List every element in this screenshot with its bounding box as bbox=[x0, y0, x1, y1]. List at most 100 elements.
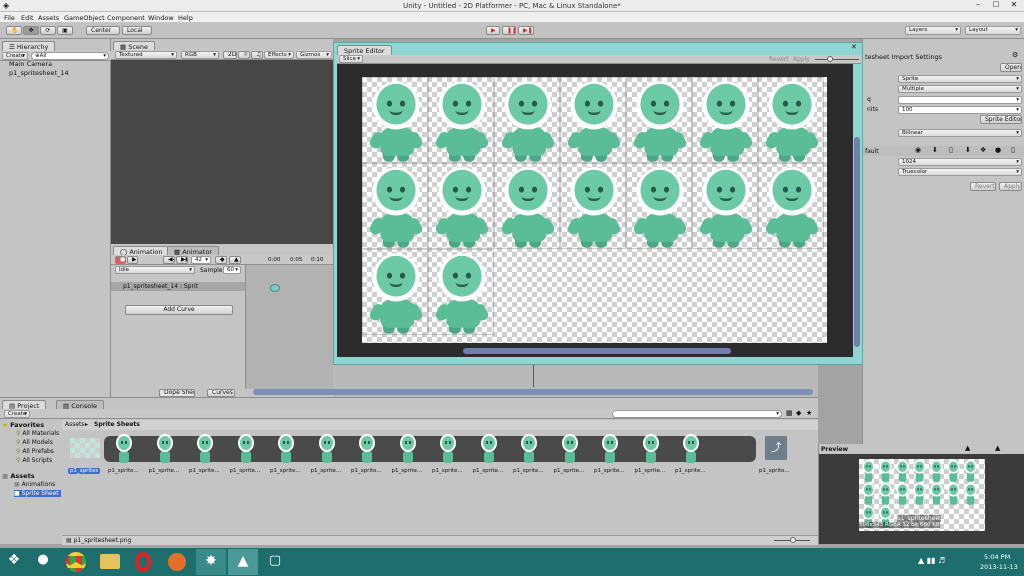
sprite-editor-revert[interactable]: Revert bbox=[769, 56, 789, 63]
hierarchy-item[interactable]: p1_spritesheet_14 bbox=[9, 69, 69, 77]
tree-item[interactable]: ⚲ All Prefabs bbox=[16, 448, 54, 455]
sprite-frame[interactable] bbox=[366, 251, 426, 335]
keyframe-marker[interactable] bbox=[270, 284, 280, 292]
format-dropdown[interactable]: Truecolor bbox=[898, 168, 1022, 176]
sprite-mode-dropdown[interactable]: Multiple bbox=[898, 85, 1022, 93]
max-size-dropdown[interactable]: 1024 bbox=[898, 158, 1022, 166]
sprite-frame[interactable] bbox=[498, 79, 558, 163]
clock-time[interactable]: 5:04 PM bbox=[984, 553, 1010, 561]
sample-field[interactable]: 60 bbox=[223, 266, 241, 274]
unity-taskbar-icon[interactable]: ✸ bbox=[196, 549, 226, 575]
file-explorer-icon[interactable] bbox=[100, 554, 120, 569]
packing-tag-field[interactable] bbox=[898, 96, 1022, 104]
sprite-asset-icon[interactable] bbox=[479, 434, 499, 464]
sprite-frame[interactable] bbox=[432, 165, 492, 249]
sprite-frame[interactable] bbox=[696, 79, 756, 163]
animation-clip-icon[interactable]: ⤴ bbox=[765, 436, 787, 460]
settings-gear-icon[interactable]: ⚙ bbox=[1012, 51, 1018, 59]
favorite-star-icon[interactable]: ★ bbox=[806, 409, 812, 417]
sprite-editor-apply[interactable]: Apply bbox=[793, 56, 810, 63]
minimize-icon[interactable]: – bbox=[970, 0, 986, 11]
menu-help[interactable]: Help bbox=[178, 14, 193, 22]
sprite-asset-icon[interactable] bbox=[357, 434, 377, 464]
scene-shading-dropdown[interactable]: Textured bbox=[115, 51, 177, 59]
layout-dropdown[interactable]: Layout bbox=[965, 26, 1021, 35]
pause-button[interactable]: ❚❚ bbox=[502, 26, 516, 35]
sprite-editor-button[interactable]: Sprite Editor bbox=[980, 115, 1022, 124]
menu-file[interactable]: File bbox=[4, 14, 15, 22]
sprite-asset-icon[interactable] bbox=[681, 434, 701, 464]
add-curve-button[interactable]: Add Curve bbox=[125, 305, 233, 315]
scene-rgb-dropdown[interactable]: RGB bbox=[181, 51, 219, 59]
tree-item-selected[interactable]: ■ Sprite Sheet bbox=[14, 490, 61, 497]
scene-light-toggle[interactable]: ☼ bbox=[238, 51, 250, 59]
sprite-frame[interactable] bbox=[630, 79, 690, 163]
sprite-asset-icon[interactable] bbox=[195, 434, 215, 464]
pixels-per-unit-field[interactable]: 100 bbox=[898, 106, 1022, 114]
tray-icons[interactable]: ▲ ▮▮ ♬ bbox=[918, 556, 945, 565]
texture-type-dropdown[interactable]: Sprite bbox=[898, 75, 1022, 83]
scene-effects-dropdown[interactable]: Effects bbox=[264, 51, 294, 59]
platform-standalone-icon[interactable]: ⬇ bbox=[932, 146, 938, 154]
horizontal-scrollbar[interactable] bbox=[463, 348, 731, 354]
timeline-scrollbar[interactable] bbox=[253, 389, 813, 395]
sprite-frame[interactable] bbox=[762, 79, 822, 163]
platform-web-icon[interactable]: ◉ bbox=[915, 146, 921, 154]
add-keyframe-button[interactable]: ◆ bbox=[215, 256, 227, 264]
sprite-frame[interactable] bbox=[630, 165, 690, 249]
close-icon[interactable]: ✕ bbox=[1006, 0, 1022, 11]
chrome-icon[interactable] bbox=[66, 552, 86, 572]
platform-ios-icon[interactable]: ▯ bbox=[949, 146, 953, 154]
project-create-button[interactable]: Create bbox=[4, 410, 30, 418]
hierarchy-create-button[interactable]: Create bbox=[2, 52, 28, 60]
layers-dropdown[interactable]: Layers bbox=[905, 26, 961, 35]
sprite-frame[interactable] bbox=[498, 165, 558, 249]
inspector-apply-button[interactable]: Apply bbox=[999, 182, 1022, 191]
window-app-icon[interactable]: ▢ bbox=[260, 549, 290, 575]
filter-label-icon[interactable]: ◆ bbox=[796, 409, 801, 417]
move-tool-button[interactable]: ✥ bbox=[23, 26, 39, 35]
sprite-frame[interactable] bbox=[432, 251, 492, 335]
hand-tool-button[interactable]: ✋ bbox=[6, 26, 22, 35]
clock-date[interactable]: 2013-11-13 bbox=[980, 563, 1018, 571]
preview-rgb-icon[interactable]: ▲ bbox=[965, 444, 970, 452]
scene-gizmos-dropdown[interactable]: Gizmos bbox=[296, 51, 332, 59]
sprite-asset-icon[interactable] bbox=[438, 434, 458, 464]
sprite-frame[interactable] bbox=[564, 165, 624, 249]
clip-dropdown[interactable]: Idle bbox=[115, 266, 195, 274]
dopesheet-button[interactable]: Dope Sheet bbox=[159, 389, 195, 397]
zoom-slider-thumb[interactable] bbox=[827, 56, 833, 62]
add-event-button[interactable]: ▲ bbox=[229, 256, 241, 264]
menu-gameobject[interactable]: GameObject bbox=[64, 14, 105, 22]
sprite-asset-icon[interactable] bbox=[155, 434, 175, 464]
play-button[interactable]: ▶ bbox=[486, 26, 500, 35]
platform-default-tab[interactable]: fault bbox=[865, 148, 879, 155]
center-toggle[interactable]: Center bbox=[86, 26, 120, 35]
maximize-icon[interactable]: □ bbox=[988, 0, 1004, 11]
sprite-frame[interactable] bbox=[696, 165, 756, 249]
menu-component[interactable]: Component bbox=[107, 14, 145, 22]
sprite-asset-icon[interactable] bbox=[114, 434, 134, 464]
icon-size-slider-thumb[interactable] bbox=[790, 537, 796, 543]
sprite-frame[interactable] bbox=[762, 165, 822, 249]
anim-play-button[interactable]: ▶ bbox=[127, 256, 138, 264]
opera-icon[interactable] bbox=[135, 552, 151, 572]
scene-2d-toggle[interactable]: 2D bbox=[223, 51, 237, 59]
spritesheet-thumbnail[interactable] bbox=[70, 438, 100, 458]
tree-item[interactable]: ⚲ All Models bbox=[16, 439, 53, 446]
filter-mode-dropdown[interactable]: Bilinear bbox=[898, 129, 1022, 137]
sprite-asset-icon[interactable] bbox=[236, 434, 256, 464]
frame-field[interactable]: 42 bbox=[191, 256, 211, 264]
vertical-scrollbar[interactable] bbox=[854, 137, 860, 347]
sprite-canvas[interactable] bbox=[337, 64, 853, 357]
sprite-asset-icon[interactable] bbox=[600, 434, 620, 464]
property-row[interactable]: p1_spritesheet_14 : Sprit bbox=[111, 282, 245, 291]
platform-bb-icon[interactable]: ❖ bbox=[980, 146, 986, 154]
sprite-asset-icon[interactable] bbox=[317, 434, 337, 464]
sprite-frame[interactable] bbox=[564, 79, 624, 163]
inspector-open-button[interactable]: Open bbox=[1000, 63, 1022, 72]
sprite-frame[interactable] bbox=[432, 79, 492, 163]
menu-edit[interactable]: Edit bbox=[21, 14, 34, 22]
tree-item[interactable]: ■ Animations bbox=[14, 481, 55, 488]
sprite-frame[interactable] bbox=[366, 79, 426, 163]
